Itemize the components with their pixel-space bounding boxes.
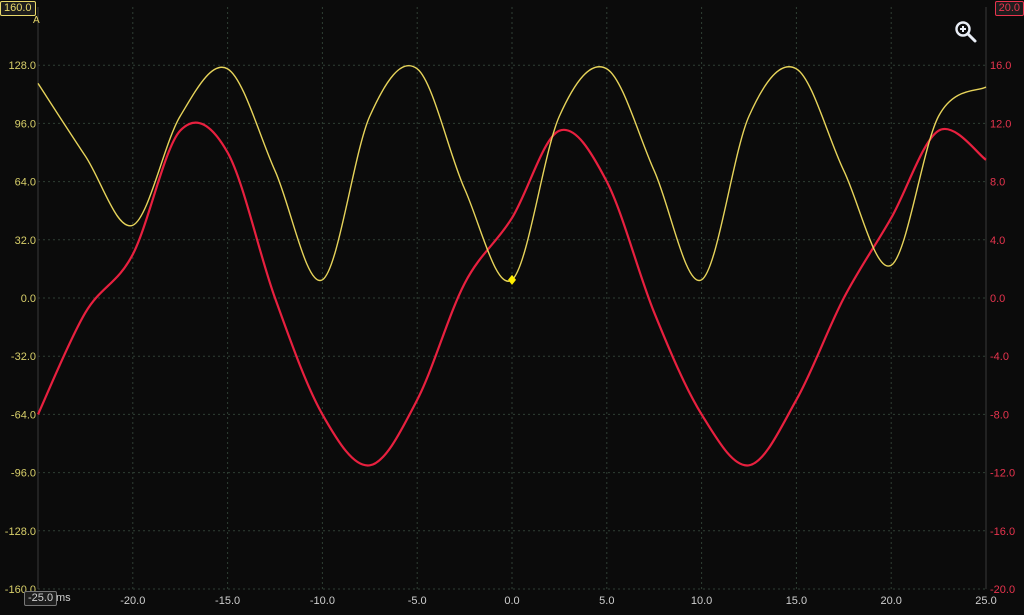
y2-tick-label: -4.0: [990, 351, 1009, 363]
scope-plot: 128.0 96.0 64.0 32.0 0.0 -32.0 -64.0 -96.0 -128.…: [5, 7, 1015, 607]
x-tick-label: 20.0: [880, 595, 901, 607]
y2-tick-label: 8.0: [990, 177, 1005, 189]
x-tick-label: 10.0: [691, 595, 712, 607]
y2-tick-label: 16.0: [990, 60, 1011, 72]
y2-tick-label: 0.0: [990, 293, 1005, 305]
y-tick-label: 64.0: [15, 177, 36, 189]
y-tick-label: -32.0: [11, 351, 36, 363]
y-tick-label: 96.0: [15, 118, 36, 130]
x-tick-label: -20.0: [120, 595, 145, 607]
y2-tick-label: -16.0: [990, 526, 1015, 538]
x-tick-label: -5.0: [408, 595, 427, 607]
x-tick-label: -10.0: [310, 595, 335, 607]
y2-tick-label: 4.0: [990, 235, 1005, 247]
y-tick-label: 32.0: [15, 235, 36, 247]
y-tick-label: -96.0: [11, 468, 36, 480]
y-axis-unit: A: [33, 15, 40, 26]
y-tick-label: -64.0: [11, 409, 36, 421]
y-tick-label: 0.0: [21, 293, 36, 305]
x-tick-label: 0.0: [504, 595, 519, 607]
oscilloscope-view: 128.0 96.0 64.0 32.0 0.0 -32.0 -64.0 -96.0 -128.…: [0, 0, 1024, 610]
x-axis-unit: ms: [56, 592, 71, 604]
zoom-in-icon[interactable]: [954, 20, 978, 44]
y2-tick-label: 12.0: [990, 118, 1011, 130]
x-tick-label: 25.0: [975, 595, 996, 607]
y-tick-label: 128.0: [8, 60, 36, 72]
x-tick-label: 15.0: [786, 595, 807, 607]
x-tick-label: 5.0: [599, 595, 614, 607]
y2-axis-top-tag[interactable]: 20.0: [994, 1, 1024, 16]
y2-tick-label: -8.0: [990, 409, 1009, 421]
x-tick-label: -15.0: [215, 595, 240, 607]
y2-tick-label: -12.0: [990, 468, 1015, 480]
y-tick-label: -128.0: [5, 526, 36, 538]
